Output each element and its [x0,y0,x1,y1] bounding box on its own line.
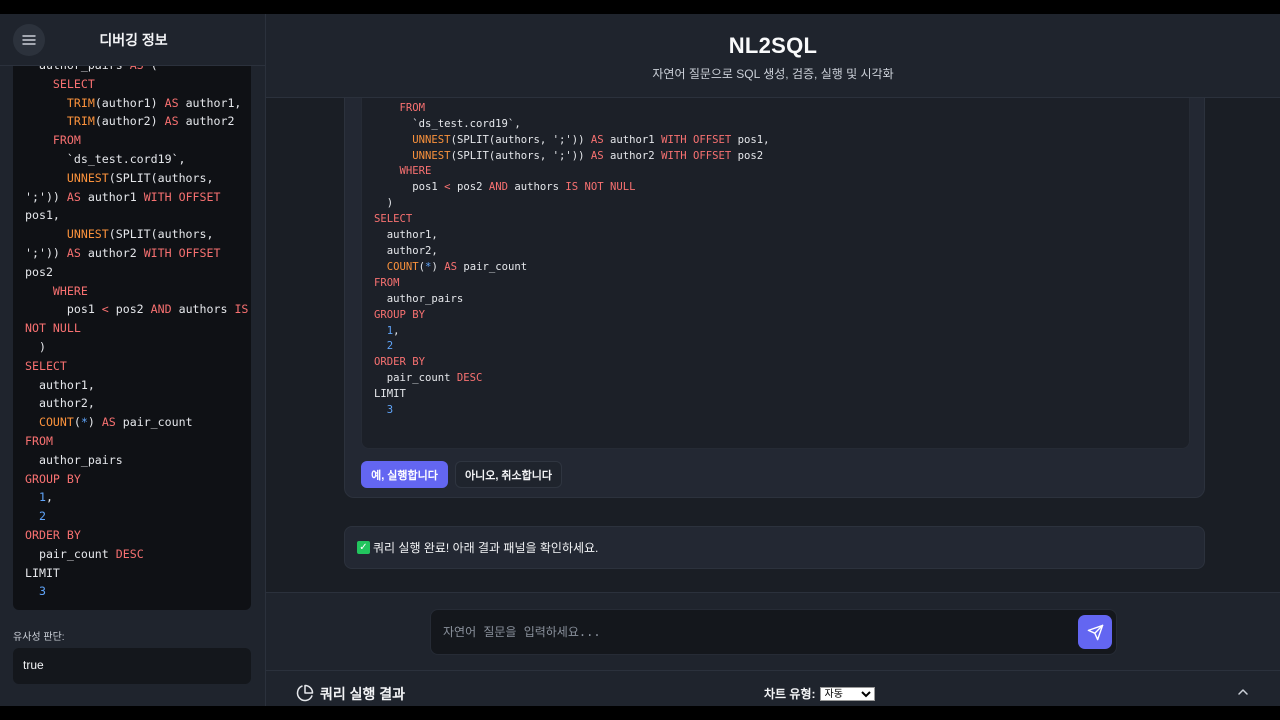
sidebar-code-line: NOT NULL [25,321,81,336]
sidebar-code-line: 3 [38,584,46,599]
sidebar-code-line: 1, [38,490,53,505]
sidebar-code-line: TRIM(author1) AS author1, [66,95,242,110]
generated-code-line: SELECT [374,213,413,226]
sidebar-code-line: UNNEST(SPLIT(authors, [66,170,214,185]
similarity-value: true [13,648,251,684]
sidebar-code-line: `ds_test.cord19`, [25,151,186,166]
bottom-black-bar [0,706,1280,720]
sidebar-code-line: pos2 [25,264,53,279]
sidebar-code-line: ) [25,339,46,354]
generated-code-line: GROUP BY [374,308,426,321]
generated-code-line: FROM [399,101,426,114]
sidebar-code-line: author2, [25,396,95,411]
generated-code-line: author2, [374,244,438,257]
generated-code-line: `ds_test.cord19`, [374,117,521,130]
sidebar-title: 디버깅 정보 [99,31,168,48]
sidebar-code-line: pos1, [25,208,60,223]
chart-type-select[interactable]: 자동 [819,686,875,701]
generated-code-line: pair_count DESC [374,372,483,385]
similarity-label: 유사성 판단: [13,632,65,643]
app-subtitle: 자연어 질문으로 SQL 생성, 검증, 실행 및 시각화 [652,67,894,81]
status-message-text: 쿼리 실행 완료! 아래 결과 패널을 확인하세요. [373,541,599,555]
main-panel: NL2SQL 자연어 질문으로 SQL 생성, 검증, 실행 및 시각화 TRI… [266,14,1280,706]
sidebar-code-line: FROM [25,433,53,448]
generated-sql-text: TRIM(author1) AS author1, TRIM(author2) … [362,72,1189,419]
sidebar-code-line: LIMIT [25,565,60,580]
results-panel-header[interactable]: 쿼리 실행 결과 차트 유형: 자동 [266,670,1280,706]
generated-code-line: COUNT(*) AS pair_count [386,260,528,273]
send-icon [1087,624,1103,640]
sidebar-code-line: GROUP BY [25,471,81,486]
sidebar-code-line: COUNT(*) AS pair_count [38,415,193,430]
generated-code-line: author1, [374,229,438,242]
generated-code-line: ) [374,197,394,210]
sidebar-code-line: ';')) AS author2 WITH OFFSET [25,245,221,260]
sidebar-code-line: UNNEST(SPLIT(authors, [66,227,214,242]
generated-code-line: author_pairs [374,292,464,305]
generated-code-line: FROM [374,276,400,289]
sidebar-code-line: SELECT [25,358,67,373]
sidebar-code-line: ORDER BY [25,527,81,542]
sidebar-code-line: TRIM(author2) AS author2 [66,114,235,129]
sidebar-code-line: WHERE [52,283,88,298]
app-title: NL2SQL [728,33,818,58]
generated-code-line: ORDER BY [374,356,426,369]
sidebar-code-line: FROM [52,133,81,148]
chevron-up-icon[interactable] [1236,685,1250,699]
sidebar-code-line: author1, [25,377,95,392]
sidebar-sql-text: author_pairs AS ( SELECT TRIM(author1) A… [13,56,251,601]
sidebar-header: 디버깅 정보 [0,14,265,66]
sidebar-code-line: SELECT [52,76,95,91]
confirm-execute-button[interactable]: 예, 실행합니다 [361,461,448,488]
check-icon: ✓ [357,541,370,554]
sidebar-code-line: pos1 < pos2 AND authors IS [25,302,249,317]
generated-code-line: 1, [386,324,400,337]
app-header: NL2SQL 자연어 질문으로 SQL 생성, 검증, 실행 및 시각화 [266,14,1280,98]
input-area [266,592,1280,670]
chart-type-control: 차트 유형: 자동 [764,685,875,702]
sql-confirm-card: TRIM(author1) AS author1, TRIM(author2) … [344,54,1205,498]
generated-code-line: LIMIT [374,388,406,401]
sidebar-code-line: ';')) AS author1 WITH OFFSET [25,189,221,204]
generated-code-line: 2 [386,340,394,353]
generated-sql-code: TRIM(author1) AS author1, TRIM(author2) … [361,71,1190,449]
generated-code-line: pos1 < pos2 AND authors IS NOT NULL [374,181,636,194]
results-title: 쿼리 실행 결과 [320,686,406,702]
debug-sidebar: 디버깅 정보 author_pairs AS ( SELECT TRIM(aut… [0,14,266,706]
status-message-card: ✓ 쿼리 실행 완료! 아래 결과 패널을 확인하세요. [344,526,1205,569]
sidebar-code-line: author_pairs [25,452,123,467]
generated-code-line: WHERE [399,165,432,178]
send-button[interactable] [1078,615,1112,649]
sidebar-code-line: pair_count DESC [25,546,144,561]
question-input-box [430,609,1117,655]
question-input[interactable] [443,622,1063,642]
generated-code-line: 3 [386,404,394,417]
top-black-bar [0,0,1280,14]
generated-code-line: UNNEST(SPLIT(authors, ';')) AS author1 W… [412,133,770,146]
sidebar-sql-code: author_pairs AS ( SELECT TRIM(author1) A… [13,56,251,610]
generated-code-line: UNNEST(SPLIT(authors, ';')) AS author2 W… [412,149,764,162]
cancel-execute-button[interactable]: 아니오, 취소합니다 [455,461,562,488]
chart-type-label: 차트 유형: [764,687,816,701]
pie-chart-icon [296,684,314,702]
sidebar-code-line: 2 [38,509,46,524]
